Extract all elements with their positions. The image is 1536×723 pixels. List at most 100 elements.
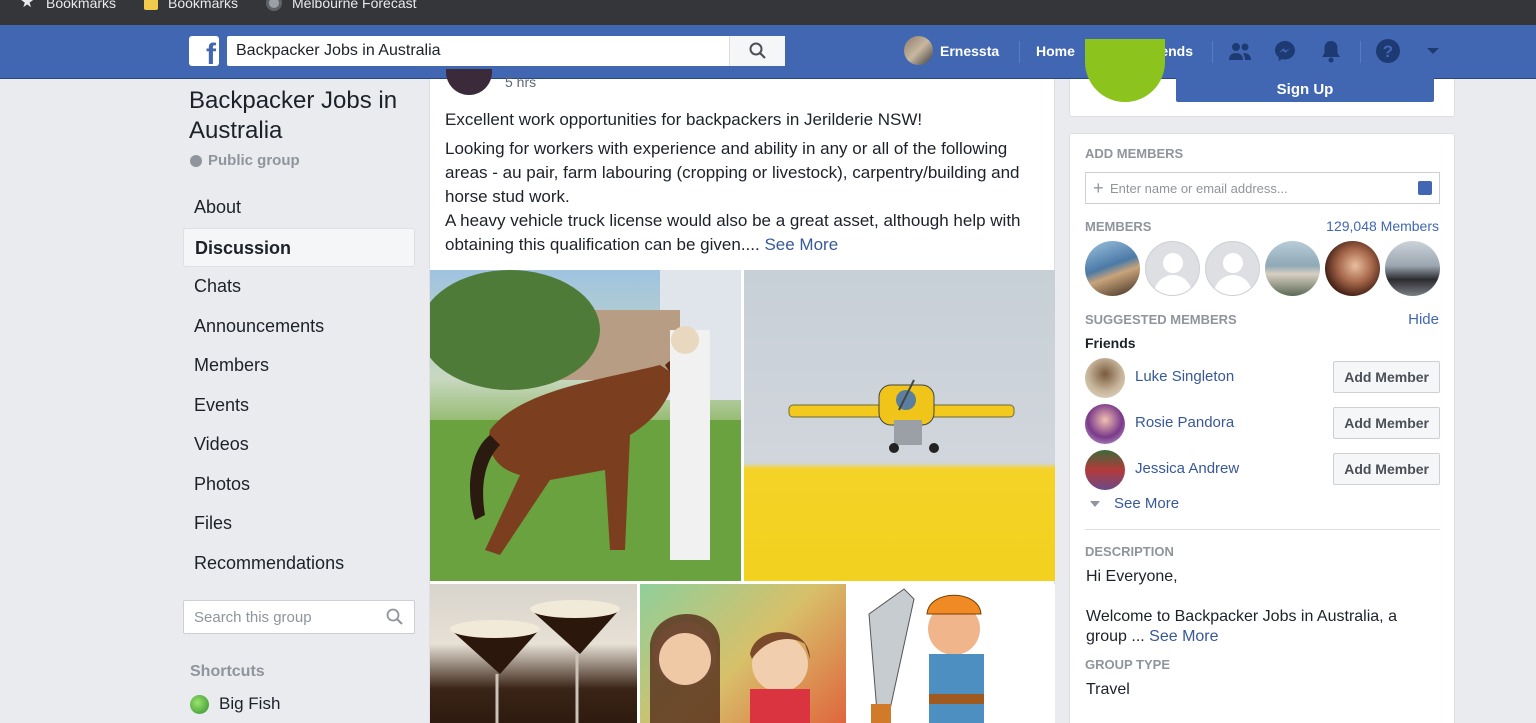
add-member-button[interactable]: Add Member <box>1333 407 1440 439</box>
group-description: Hi Everyone, Welcome to Backpacker Jobs … <box>1086 567 1416 647</box>
nav-item-chats[interactable]: Chats <box>183 267 415 307</box>
avatar[interactable] <box>1085 358 1125 398</box>
search-icon <box>749 42 766 59</box>
bookmark-label: Bookmarks <box>46 0 117 11</box>
suggested-member-row: Jessica Andrew Add Member <box>1085 448 1440 490</box>
svg-text:?: ? <box>1383 42 1393 61</box>
sign-up-button[interactable]: Sign Up <box>1176 77 1434 102</box>
group-type-value: Travel <box>1086 681 1130 698</box>
see-more-link[interactable]: See More <box>1149 628 1218 645</box>
group-icon <box>190 694 209 714</box>
description-heading: DESCRIPTION <box>1085 544 1174 559</box>
avatar[interactable] <box>1265 241 1320 296</box>
profile-link[interactable]: Ernessta <box>904 36 999 65</box>
search-box <box>227 36 785 66</box>
account-menu-chevron-down-icon[interactable] <box>1420 38 1446 64</box>
avatar[interactable] <box>446 69 492 95</box>
bookmark-item[interactable]: ★ Bookmarks <box>20 0 116 11</box>
nav-item-videos[interactable]: Videos <box>183 425 415 465</box>
avatar[interactable] <box>1325 241 1380 296</box>
members-sidebar-card: ADD MEMBERS + MEMBERS 129,048 Members SU… <box>1069 133 1455 723</box>
search-icon[interactable] <box>386 608 404 626</box>
shortcut-item[interactable]: Big Fish <box>190 694 280 714</box>
caret-down-icon <box>1090 500 1100 507</box>
post-body: Looking for workers with experience and … <box>445 137 1045 257</box>
shortcuts-heading: Shortcuts <box>190 663 265 680</box>
home-link[interactable]: Home <box>1036 43 1075 59</box>
nav-item-announcements[interactable]: Announcements <box>183 307 415 347</box>
see-more-suggestions-link[interactable]: See More <box>1090 495 1179 512</box>
nav-divider <box>1212 41 1213 63</box>
description-line: Welcome to Backpacker Jobs in Australia,… <box>1086 608 1397 645</box>
avatar[interactable] <box>1205 241 1260 296</box>
nav-divider <box>1360 41 1361 63</box>
bookmark-item[interactable]: Melbourne Forecast <box>266 0 417 11</box>
avatar[interactable] <box>1085 241 1140 296</box>
post-paragraph-text: A heavy vehicle truck license would also… <box>445 211 1021 254</box>
folder-icon <box>144 0 158 10</box>
post-paragraph: Looking for workers with experience and … <box>445 139 1020 206</box>
nav-item-photos[interactable]: Photos <box>183 465 415 505</box>
post-paragraph-2: A heavy vehicle truck license would also… <box>445 209 1045 257</box>
nav-item-recommendations[interactable]: Recommendations <box>183 544 415 584</box>
nav-divider <box>1019 41 1020 63</box>
avatar[interactable] <box>1085 404 1125 444</box>
avatar <box>904 36 933 65</box>
group-privacy: Public group <box>190 152 300 169</box>
avatar[interactable] <box>1085 450 1125 490</box>
add-members-input[interactable] <box>1110 173 1410 203</box>
search-input[interactable] <box>227 36 727 66</box>
post-photo-horse[interactable] <box>430 270 741 581</box>
help-icon[interactable]: ? <box>1375 38 1401 64</box>
add-members-heading: ADD MEMBERS <box>1085 146 1184 161</box>
group-search-box <box>183 600 415 634</box>
suggested-member-row: Rosie Pandora Add Member <box>1085 402 1440 444</box>
post-photo-espresso-martinis[interactable] <box>430 584 637 723</box>
hide-suggestions-link[interactable]: Hide <box>1408 311 1439 328</box>
member-name-link[interactable]: Jessica Andrew <box>1135 460 1239 477</box>
privacy-label: Public group <box>208 152 300 169</box>
nav-item-events[interactable]: Events <box>183 386 415 426</box>
member-name-link[interactable]: Rosie Pandora <box>1135 414 1234 431</box>
search-button[interactable] <box>729 36 785 66</box>
bookmarks-bar: ★ Bookmarks Bookmarks Melbourne Forecast <box>0 0 1536 25</box>
group-search-input[interactable] <box>184 601 374 633</box>
friends-label: Friends <box>1085 335 1136 351</box>
group-avatar <box>1085 39 1165 102</box>
notifications-bell-icon[interactable] <box>1318 38 1344 64</box>
suggested-member-row: Luke Singleton Add Member <box>1085 356 1440 398</box>
notepad-icon[interactable] <box>1418 181 1432 195</box>
post-photo-crop-duster-plane[interactable] <box>744 270 1055 581</box>
messenger-icon[interactable] <box>1272 38 1298 64</box>
add-member-button[interactable]: Add Member <box>1333 361 1440 393</box>
nav-item-members[interactable]: Members <box>183 346 415 386</box>
divider <box>1085 529 1440 530</box>
facebook-logo-icon[interactable]: f <box>189 36 219 66</box>
group-title[interactable]: Backpacker Jobs in Australia <box>189 86 419 146</box>
see-more-link[interactable]: See More <box>764 235 838 254</box>
avatar[interactable] <box>1385 241 1440 296</box>
post-photo-carpenter-cartoon[interactable] <box>849 584 1055 723</box>
avatar[interactable] <box>1145 241 1200 296</box>
member-avatars <box>1085 241 1440 296</box>
star-icon: ★ <box>20 0 35 11</box>
nav-item-about[interactable]: About <box>183 188 415 228</box>
group-cover-card: Sign Up <box>1069 39 1455 117</box>
member-name-link[interactable]: Luke Singleton <box>1135 368 1234 385</box>
friend-requests-icon[interactable] <box>1227 38 1253 64</box>
add-member-button[interactable]: Add Member <box>1333 453 1440 485</box>
group-navigation: About Discussion Chats Announcements Mem… <box>183 188 415 583</box>
plus-icon: + <box>1093 178 1104 198</box>
description-line: Hi Everyone, <box>1086 568 1178 585</box>
top-navigation-bar: f Ernessta Home Find Friends ? <box>0 25 1536 79</box>
members-count-link[interactable]: 129,048 Members <box>1326 218 1439 234</box>
post-timestamp[interactable]: 5 hrs <box>505 74 536 90</box>
add-members-field: + <box>1085 172 1440 204</box>
group-type-heading: GROUP TYPE <box>1085 657 1171 672</box>
bookmark-item[interactable]: Bookmarks <box>144 0 238 11</box>
nav-item-files[interactable]: Files <box>183 504 415 544</box>
globe-icon <box>190 154 202 167</box>
suggested-members-heading: SUGGESTED MEMBERS <box>1085 312 1237 327</box>
nav-item-discussion[interactable]: Discussion <box>183 227 415 267</box>
post-photo-au-pair-child[interactable] <box>640 584 846 723</box>
